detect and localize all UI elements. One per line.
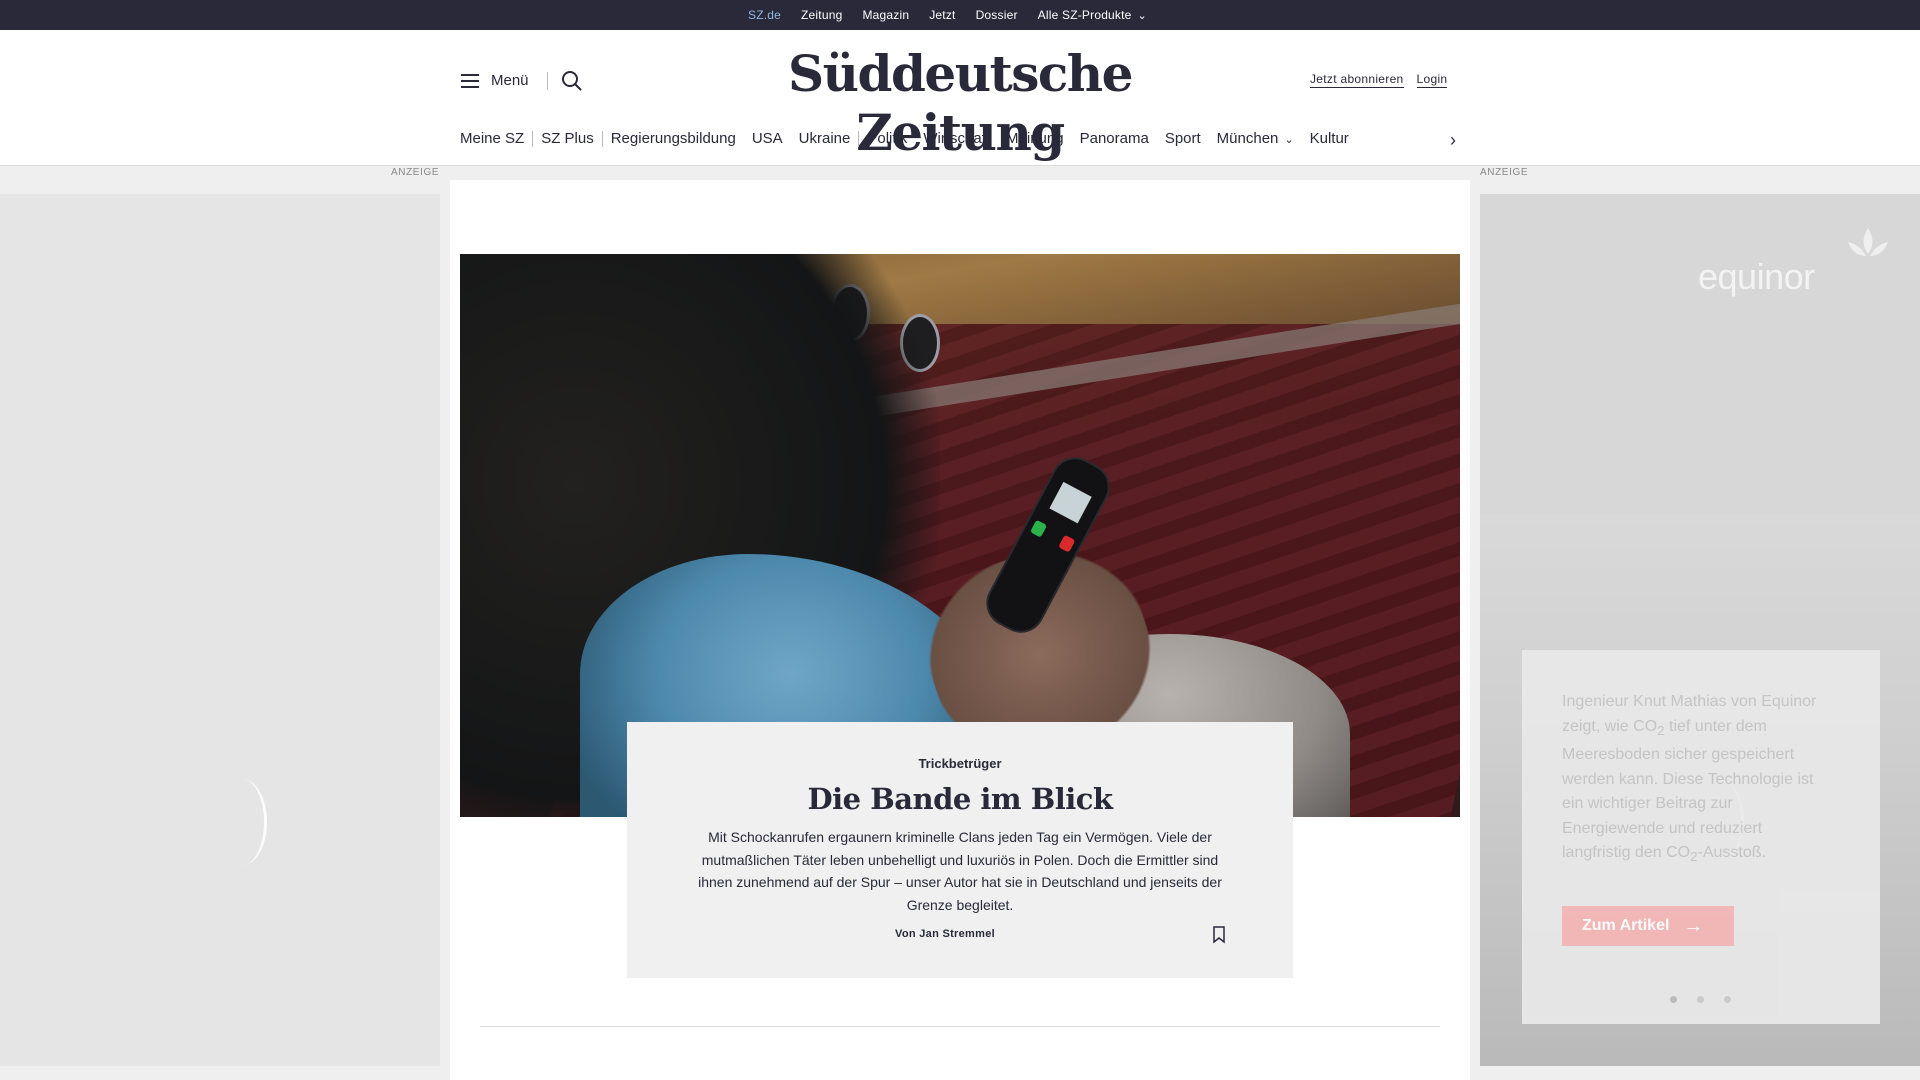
image-phone-screen	[1049, 481, 1092, 524]
right-ad-slot[interactable]: equinor Ingenieur Knut Mathias von Equin…	[1480, 194, 1920, 1066]
nav-item-kultur[interactable]: Kultur	[1302, 130, 1357, 147]
nav-item-usa[interactable]: USA	[744, 130, 791, 147]
teaser-author: Von Jan Stremmel	[895, 928, 995, 940]
carousel-dots	[1670, 996, 1731, 1003]
nav-item-muenchen[interactable]: München ⌄	[1209, 130, 1302, 147]
teaser-kicker: Trickbetrüger	[918, 756, 1002, 771]
menu-label: Menü	[491, 72, 529, 89]
nav-item-sport[interactable]: Sport	[1157, 130, 1209, 147]
product-link-sz-de[interactable]: SZ.de	[748, 8, 781, 22]
ad-label-left: ANZEIGE	[391, 167, 440, 178]
ad-cta-label: Zum Artikel	[1582, 917, 1670, 934]
hamburger-icon	[461, 73, 479, 88]
teaser-title[interactable]: Die Bande im Blick	[627, 782, 1293, 816]
site-header: Menü Süddeutsche Zeitung Jetzt abonniere…	[0, 30, 1920, 166]
carousel-dot[interactable]	[1724, 996, 1731, 1003]
account-links: Jetzt abonnieren Login	[1310, 72, 1448, 88]
menu-button[interactable]: Menü	[461, 72, 529, 89]
login-link[interactable]: Login	[1416, 72, 1448, 88]
nav-item-meine-sz[interactable]: Meine SZ	[460, 130, 532, 147]
teaser-card[interactable]: Trickbetrüger Die Bande im Blick Mit Sch…	[627, 722, 1293, 978]
nav-item-politik[interactable]: Politik	[859, 130, 915, 147]
ad-label-right: ANZEIGE	[1480, 167, 1529, 178]
chevron-down-icon: ⌄	[1284, 134, 1294, 146]
product-link-zeitung[interactable]: Zeitung	[801, 8, 842, 22]
product-link-dossier[interactable]: Dossier	[976, 8, 1018, 22]
ad-card: Ingenieur Knut Mathias von Equinor zeigt…	[1522, 650, 1880, 1024]
product-link-all-products[interactable]: Alle SZ-Produkte ⌄	[1038, 8, 1147, 22]
nav-item-meinung[interactable]: Meinung	[998, 130, 1072, 147]
ad-text-part: tief unter dem Meeresboden sicher gespei…	[1562, 717, 1814, 862]
ad-cta-button[interactable]: Zum Artikel →	[1562, 906, 1734, 946]
teaser-lead: Mit Schockanrufen ergaunern kriminelle C…	[698, 829, 1222, 913]
ad-text: Ingenieur Knut Mathias von Equinor zeigt…	[1562, 690, 1832, 870]
ad-text-part: -Ausstoß.	[1697, 844, 1766, 862]
all-products-label: Alle SZ-Produkte	[1037, 8, 1132, 22]
search-icon[interactable]	[561, 70, 583, 92]
chevron-right-icon[interactable]: ›	[1450, 130, 1456, 151]
main-navigation: Meine SZ SZ Plus Regierungsbildung USA U…	[460, 130, 1357, 147]
ad-text-sub: 2	[1657, 722, 1665, 738]
loading-spinner-icon	[218, 779, 267, 865]
carousel-dot[interactable]	[1697, 996, 1704, 1003]
bookmark-icon[interactable]	[1212, 926, 1226, 944]
product-link-magazin[interactable]: Magazin	[862, 8, 909, 22]
product-links: SZ.de Zeitung Magazin Jetzt Dossier Alle…	[748, 0, 1147, 30]
nav-item-sz-plus[interactable]: SZ Plus	[533, 130, 602, 147]
subscribe-link[interactable]: Jetzt abonnieren	[1310, 72, 1404, 88]
carousel-dot[interactable]	[1670, 996, 1677, 1003]
product-link-jetzt[interactable]: Jetzt	[929, 8, 955, 22]
image-phone-key	[1058, 534, 1076, 553]
nav-item-ukraine[interactable]: Ukraine	[791, 130, 859, 147]
product-bar: SZ.de Zeitung Magazin Jetzt Dossier Alle…	[0, 0, 1920, 32]
image-phone-key	[1029, 519, 1048, 538]
nav-item-wirtschaft[interactable]: Wirtschaft	[915, 130, 998, 147]
ad-brand-logo: equinor	[1698, 256, 1815, 297]
nav-item-muenchen-label: München	[1216, 130, 1279, 147]
header-divider	[547, 72, 548, 90]
equinor-star-icon	[1848, 228, 1888, 256]
section-divider	[480, 1026, 1440, 1027]
nav-item-regierungsbildung[interactable]: Regierungsbildung	[603, 130, 744, 147]
nav-item-panorama[interactable]: Panorama	[1072, 130, 1157, 147]
left-ad-slot[interactable]	[0, 194, 440, 1066]
arrow-right-icon: →	[1683, 914, 1704, 937]
chevron-down-icon: ⌄	[1137, 10, 1147, 22]
